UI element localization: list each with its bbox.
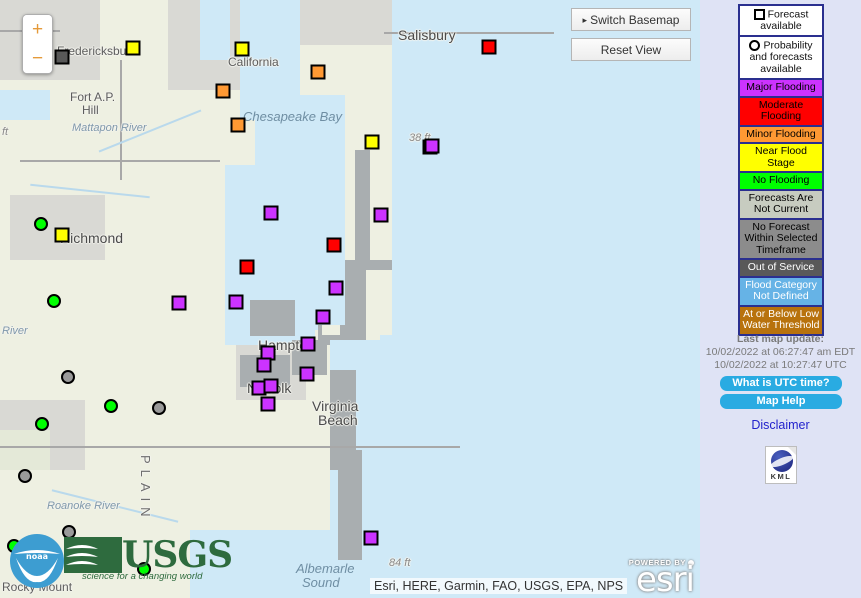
- gauge-major-flooding[interactable]: [315, 309, 331, 325]
- zoom-in-button[interactable]: +: [23, 15, 52, 44]
- gauge-major-flooding[interactable]: [263, 205, 279, 221]
- map-attribution: Esri, HERE, Garmin, FAO, USGS, EPA, NPS: [370, 578, 628, 594]
- gauge-moderate-flooding[interactable]: [239, 259, 255, 275]
- sidebar-panel: Forecast available Probability and foreca…: [700, 0, 861, 598]
- legend-symbol-row: Probability and forecasts available: [740, 37, 822, 81]
- gauge-major-flooding[interactable]: [300, 336, 316, 352]
- gauge-no-flooding[interactable]: [47, 294, 61, 308]
- noaa-logo: noaa: [8, 532, 66, 590]
- gauge-major-flooding[interactable]: [299, 366, 315, 382]
- gauge-no-flooding[interactable]: [34, 217, 48, 231]
- legend-category-row: Forecasts Are Not Current: [740, 190, 822, 220]
- gauge-moderate-flooding[interactable]: [326, 237, 342, 253]
- gauge-out-of-service[interactable]: [61, 370, 75, 384]
- flood-map-application: Salisbury California Fredericksbur Fort A.P…: [0, 0, 861, 598]
- legend-category-row: Out of Service: [740, 260, 822, 278]
- what-is-utc-time-button[interactable]: What is UTC time?: [720, 376, 842, 391]
- switch-basemap-button[interactable]: ▸ Switch Basemap: [571, 8, 691, 31]
- legend-symbol-row: Forecast available: [740, 6, 822, 38]
- gauge-moderate-flooding[interactable]: [481, 39, 497, 55]
- esri-wordmark: esri: [635, 560, 695, 598]
- legend-category-row: Moderate Flooding: [740, 97, 822, 127]
- gauge-out-of-service[interactable]: [18, 469, 32, 483]
- gauge-major-flooding[interactable]: [263, 378, 279, 394]
- esri-logo: POWERED BY esri: [629, 558, 695, 598]
- gauge-out-of-service[interactable]: [54, 49, 70, 65]
- gauge-out-of-service[interactable]: [152, 401, 166, 415]
- gauge-major-flooding[interactable]: [256, 357, 272, 373]
- legend-category-row: No Flooding: [740, 173, 822, 191]
- switch-basemap-label: Switch Basemap: [590, 12, 680, 27]
- legend-category-row: At or Below Low Water Threshold: [740, 306, 822, 334]
- gauge-major-flooding[interactable]: [363, 530, 379, 546]
- zoom-out-button[interactable]: −: [23, 44, 52, 73]
- legend-category-row: No Forecast Within Selected Timeframe: [740, 219, 822, 261]
- gauge-major-flooding[interactable]: [424, 138, 440, 154]
- legend-symbol-label: Forecast available: [760, 8, 809, 32]
- usgs-wordmark: USGS: [122, 534, 233, 576]
- gauge-near-flood-stage[interactable]: [54, 227, 70, 243]
- reset-view-button[interactable]: Reset View: [571, 38, 691, 61]
- legend-category-row: Major Flooding: [740, 80, 822, 98]
- disclaimer-link[interactable]: Disclaimer: [700, 418, 861, 432]
- square-symbol-icon: [753, 9, 765, 20]
- zoom-control[interactable]: + −: [22, 14, 53, 74]
- legend-category-row: Flood Category Not Defined: [740, 277, 822, 307]
- map-canvas[interactable]: Salisbury California Fredericksbur Fort A.P…: [0, 0, 700, 598]
- legend-category-row: Near Flood Stage: [740, 144, 822, 174]
- noaa-seal-icon: noaa: [10, 534, 64, 588]
- gauge-near-flood-stage[interactable]: [125, 40, 141, 56]
- update-title: Last map update:: [737, 333, 824, 345]
- gauge-major-flooding[interactable]: [373, 207, 389, 223]
- last-map-update-block: Last map update: 10/02/2022 at 06:27:47 …: [700, 333, 861, 372]
- chevron-right-icon: ▸: [582, 14, 588, 25]
- gauge-minor-flooding[interactable]: [230, 117, 246, 133]
- gauge-major-flooding[interactable]: [260, 396, 276, 412]
- map-help-button[interactable]: Map Help: [720, 394, 842, 409]
- kml-label: KML: [770, 472, 792, 481]
- svg-text:noaa: noaa: [26, 552, 48, 561]
- gauge-minor-flooding[interactable]: [215, 83, 231, 99]
- update-local-time: 10/02/2022 at 06:27:47 am EDT: [705, 346, 856, 358]
- legend-category-row: Minor Flooding: [740, 126, 822, 145]
- gauge-no-flooding[interactable]: [104, 399, 118, 413]
- gauge-major-flooding[interactable]: [171, 295, 187, 311]
- gauge-major-flooding[interactable]: [328, 280, 344, 296]
- usgs-logo: USGS science for a changing world: [64, 534, 233, 582]
- update-utc-time: 10/02/2022 at 10:27:47 UTC: [714, 359, 847, 371]
- gauge-no-flooding[interactable]: [35, 417, 49, 431]
- gauge-near-flood-stage[interactable]: [234, 41, 250, 57]
- usgs-mark-icon: [64, 537, 122, 573]
- gauge-near-flood-stage[interactable]: [364, 134, 380, 150]
- circle-symbol-icon: [749, 40, 761, 52]
- gauge-minor-flooding[interactable]: [310, 64, 326, 80]
- gauge-major-flooding[interactable]: [228, 294, 244, 310]
- kml-download-icon[interactable]: KML: [765, 446, 797, 484]
- map-legend: Forecast available Probability and foreca…: [738, 4, 824, 336]
